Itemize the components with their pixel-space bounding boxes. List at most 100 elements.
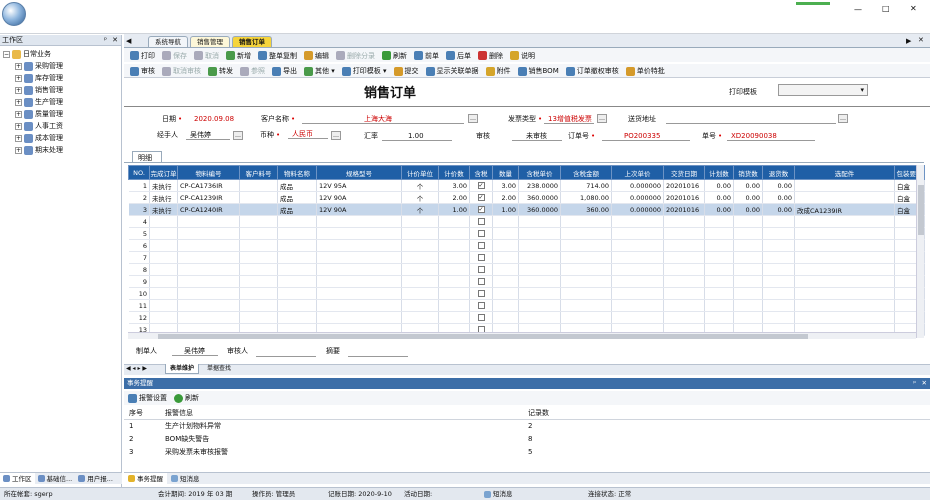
grid-cell-no[interactable]: 7 [128, 251, 150, 264]
tax-checkbox[interactable] [477, 290, 485, 297]
grid-cell-no[interactable]: 2 [128, 191, 150, 204]
grid-cell-spec[interactable] [316, 263, 402, 276]
table-row[interactable]: 5 [128, 227, 925, 240]
grid-cell-sold[interactable] [733, 299, 763, 312]
tax-checkbox[interactable] [477, 266, 485, 273]
tab-scroll-right[interactable]: ▶ [906, 37, 911, 45]
column-header[interactable]: 含税 [469, 165, 493, 180]
grid-cell-sold[interactable]: 0.00 [733, 191, 763, 204]
grid-cell-code[interactable] [177, 227, 240, 240]
grid-cell-qty[interactable] [492, 287, 519, 300]
invoice-type-lookup-button[interactable]: … [597, 114, 607, 123]
tab-sales-order[interactable]: 销售订单 [232, 36, 272, 47]
list-item[interactable]: 3 采购发票未审核报警 5 [124, 446, 930, 459]
grid-cell-date[interactable] [663, 287, 705, 300]
grid-cell-plan[interactable] [704, 251, 734, 264]
grid-cell-ret[interactable] [762, 215, 795, 228]
grid-cell-date[interactable] [663, 215, 705, 228]
grid-cell-status[interactable] [149, 215, 178, 228]
grid-cell-cust[interactable] [239, 287, 278, 300]
tree-item[interactable]: + 销售管理 [3, 84, 121, 96]
toolbar1-button[interactable]: 删除 [478, 50, 503, 62]
grid-cell-cust[interactable] [239, 215, 278, 228]
toolbar1-button[interactable]: 打印 [130, 50, 155, 62]
grid-cell-amount[interactable] [560, 275, 612, 288]
grid-cell-pq[interactable] [438, 263, 470, 276]
grid-cell-sold[interactable] [733, 251, 763, 264]
toolbar2-button[interactable]: 附件 [485, 65, 511, 77]
grid-cell-price[interactable] [518, 299, 561, 312]
grid-cell-opt[interactable]: 改成CA1239IR [794, 203, 895, 216]
grid-cell-qty[interactable] [492, 239, 519, 252]
close-button[interactable]: ✕ [910, 4, 917, 13]
grid-cell-amount[interactable] [560, 311, 612, 324]
grid-cell-status[interactable] [149, 287, 178, 300]
tax-checkbox[interactable] [477, 218, 485, 225]
grid-cell-tax[interactable] [469, 251, 493, 264]
grid-cell-name[interactable] [277, 299, 317, 312]
grid-cell-price[interactable]: 360.0000 [518, 191, 561, 204]
grid-cell-date[interactable]: 20201016 [663, 203, 705, 216]
column-header[interactable]: 退货数 [762, 165, 795, 180]
grid-cell-last[interactable]: 0.000000 [611, 179, 664, 192]
grid-cell-qty[interactable] [492, 311, 519, 324]
toolbar2-button[interactable]: 订单撤权审核 [565, 65, 619, 77]
tax-checkbox[interactable]: ✓ [477, 194, 485, 201]
grid-cell-unit[interactable] [401, 215, 439, 228]
sheet-tab-search[interactable]: 单据查找 [203, 364, 235, 374]
grid-cell-ret[interactable] [762, 287, 795, 300]
grid-cell-cust[interactable] [239, 299, 278, 312]
rate-field[interactable]: 1.00 [382, 131, 452, 141]
currency-field[interactable]: 人民币 [288, 129, 328, 139]
grid-cell-tax[interactable] [469, 275, 493, 288]
grid-cell-code[interactable]: CP-CA1240IR [177, 203, 240, 216]
alarm-settings-button[interactable]: 报警设置 [128, 392, 167, 404]
grid-cell-unit[interactable] [401, 263, 439, 276]
tax-checkbox[interactable] [477, 278, 485, 285]
grid-cell-tax[interactable] [469, 299, 493, 312]
currency-lookup-button[interactable]: … [331, 131, 341, 140]
grid-cell-opt[interactable] [794, 275, 895, 288]
column-header[interactable]: 计价单位 [401, 165, 439, 180]
grid-cell-amount[interactable] [560, 299, 612, 312]
grid-cell-unit[interactable] [401, 311, 439, 324]
toolbar1-button[interactable]: 前单 [414, 50, 439, 62]
grid-cell-code[interactable] [177, 287, 240, 300]
grid-cell-cust[interactable] [239, 179, 278, 192]
grid-cell-unit[interactable]: 个 [401, 179, 439, 192]
grid-cell-name[interactable] [277, 287, 317, 300]
grid-cell-qty[interactable] [492, 251, 519, 264]
grid-cell-qty[interactable]: 3.00 [492, 179, 519, 192]
grid-cell-opt[interactable] [794, 191, 895, 204]
reminder-bottom-tab[interactable]: 事务提醒 [124, 473, 167, 484]
grid-cell-unit[interactable] [401, 251, 439, 264]
table-row[interactable]: 4 [128, 215, 925, 228]
grid-cell-name[interactable] [277, 239, 317, 252]
grid-cell-status[interactable]: 未执行 [149, 203, 178, 216]
grid-cell-unit[interactable] [401, 299, 439, 312]
grid-cell-plan[interactable] [704, 227, 734, 240]
tree-item[interactable]: − 日常业务 [3, 48, 121, 60]
grid-cell-plan[interactable] [704, 299, 734, 312]
grid-cell-plan[interactable] [704, 287, 734, 300]
grid-cell-last[interactable] [611, 239, 664, 252]
grid-cell-amount[interactable] [560, 251, 612, 264]
column-header[interactable]: 计价数 [438, 165, 470, 180]
grid-cell-status[interactable] [149, 239, 178, 252]
grid-cell-qty[interactable] [492, 275, 519, 288]
grid-cell-pq[interactable] [438, 311, 470, 324]
grid-cell-no[interactable]: 4 [128, 215, 150, 228]
grid-cell-status[interactable] [149, 251, 178, 264]
grid-cell-pq[interactable] [438, 239, 470, 252]
grid-cell-code[interactable]: CP-CA1736IR [177, 179, 240, 192]
grid-cell-name[interactable] [277, 263, 317, 276]
grid-cell-unit[interactable] [401, 287, 439, 300]
grid-cell-ret[interactable] [762, 299, 795, 312]
grid-cell-spec[interactable] [316, 275, 402, 288]
tax-checkbox[interactable] [477, 314, 485, 321]
expand-icon[interactable]: + [15, 110, 22, 118]
grid-cell-plan[interactable] [704, 275, 734, 288]
list-item[interactable]: 1 生产计划物料异常 2 [124, 420, 930, 433]
grid-cell-date[interactable] [663, 239, 705, 252]
hscroll-thumb[interactable] [158, 334, 808, 339]
